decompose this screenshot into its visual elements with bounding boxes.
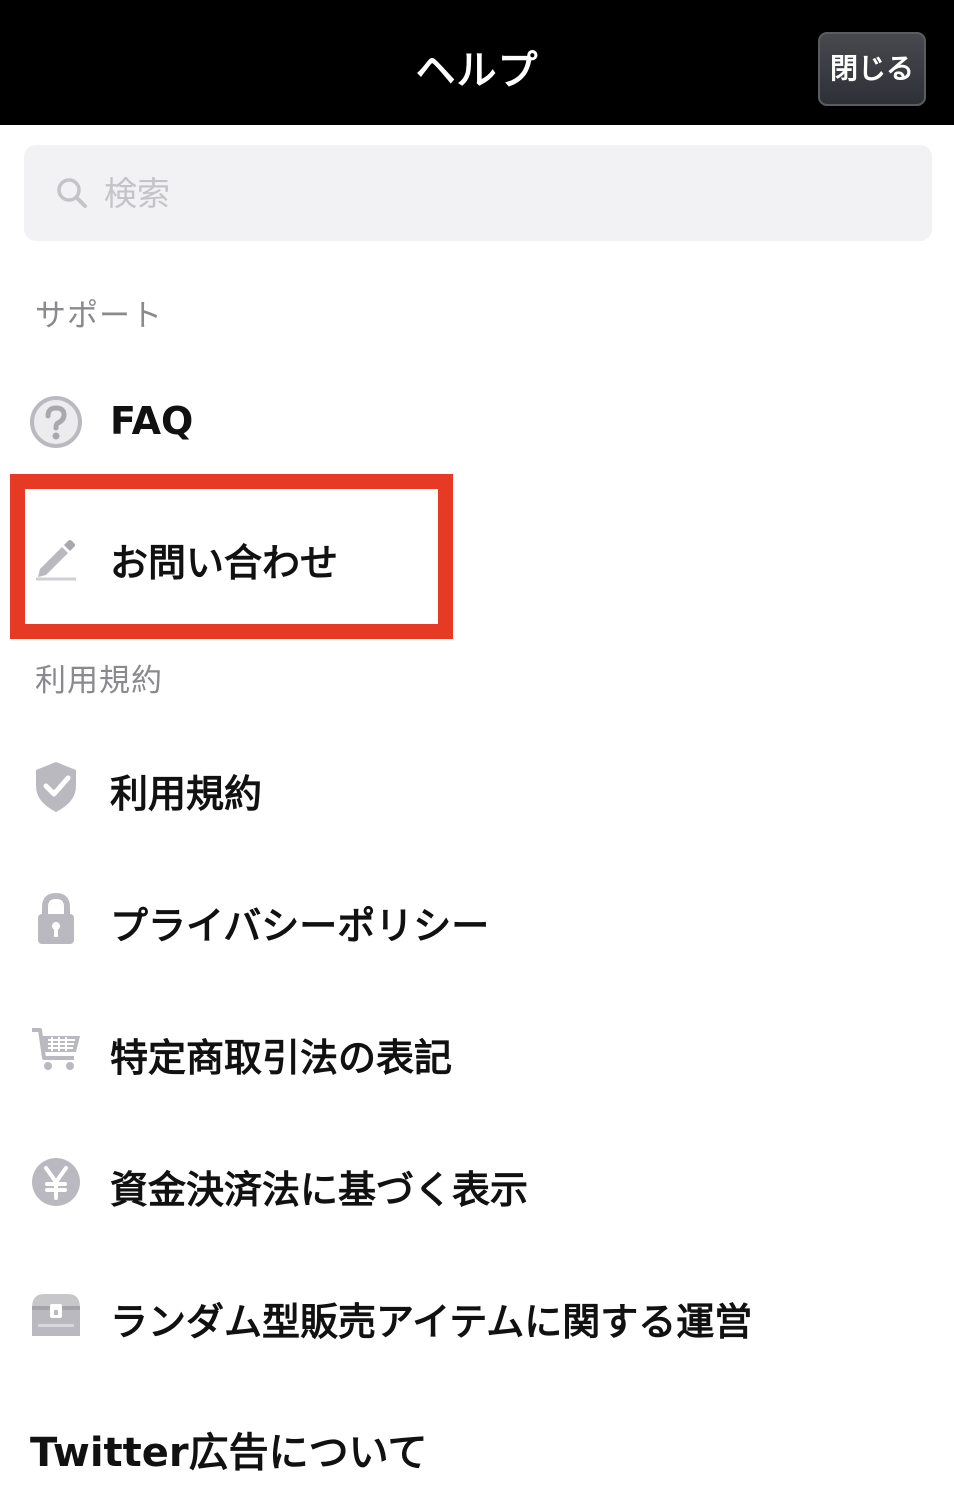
menu-item-random-items[interactable]: ランダム型販売アイテムに関する運営 (0, 1259, 954, 1369)
menu-label-random-items: ランダム型販売アイテムに関する運営 (110, 1300, 753, 1344)
search-input[interactable] (104, 165, 904, 221)
page-title: ヘルプ (415, 48, 539, 94)
question-icon (30, 396, 82, 448)
menu-item-payment-law[interactable]: 資金決済法に基づく表示 (0, 1127, 954, 1237)
search-icon (57, 178, 87, 208)
section-header-twitter-ads: Twitter広告について (30, 1430, 428, 1476)
menu-label-terms: 利用規約 (110, 772, 263, 816)
shield-check-icon (36, 762, 76, 812)
menu-label-privacy-policy: プライバシーポリシー (110, 904, 490, 948)
section-header-support: サポート (35, 298, 163, 334)
menu-item-terms[interactable]: 利用規約 (0, 731, 954, 841)
section-header-terms: 利用規約 (35, 663, 163, 699)
menu-label-faq: FAQ (110, 399, 194, 443)
yen-icon (32, 1158, 80, 1206)
navigation-bar: ヘルプ 閉じる (0, 0, 954, 125)
menu-item-commercial-law[interactable]: 特定商取引法の表記 (0, 995, 954, 1105)
pencil-icon (36, 540, 76, 581)
menu-label-contact: お問い合わせ (110, 541, 339, 585)
menu-label-commercial-law: 特定商取引法の表記 (110, 1036, 453, 1080)
cart-icon (32, 1028, 80, 1070)
menu-item-faq[interactable]: FAQ (0, 367, 954, 477)
menu-label-payment-law: 資金決済法に基づく表示 (110, 1168, 529, 1212)
lock-icon (38, 892, 74, 944)
treasure-chest-icon (32, 1294, 80, 1336)
close-button[interactable]: 閉じる (818, 32, 926, 106)
menu-item-privacy-policy[interactable]: プライバシーポリシー (0, 863, 954, 973)
menu-item-contact[interactable]: お問い合わせ (0, 500, 954, 610)
